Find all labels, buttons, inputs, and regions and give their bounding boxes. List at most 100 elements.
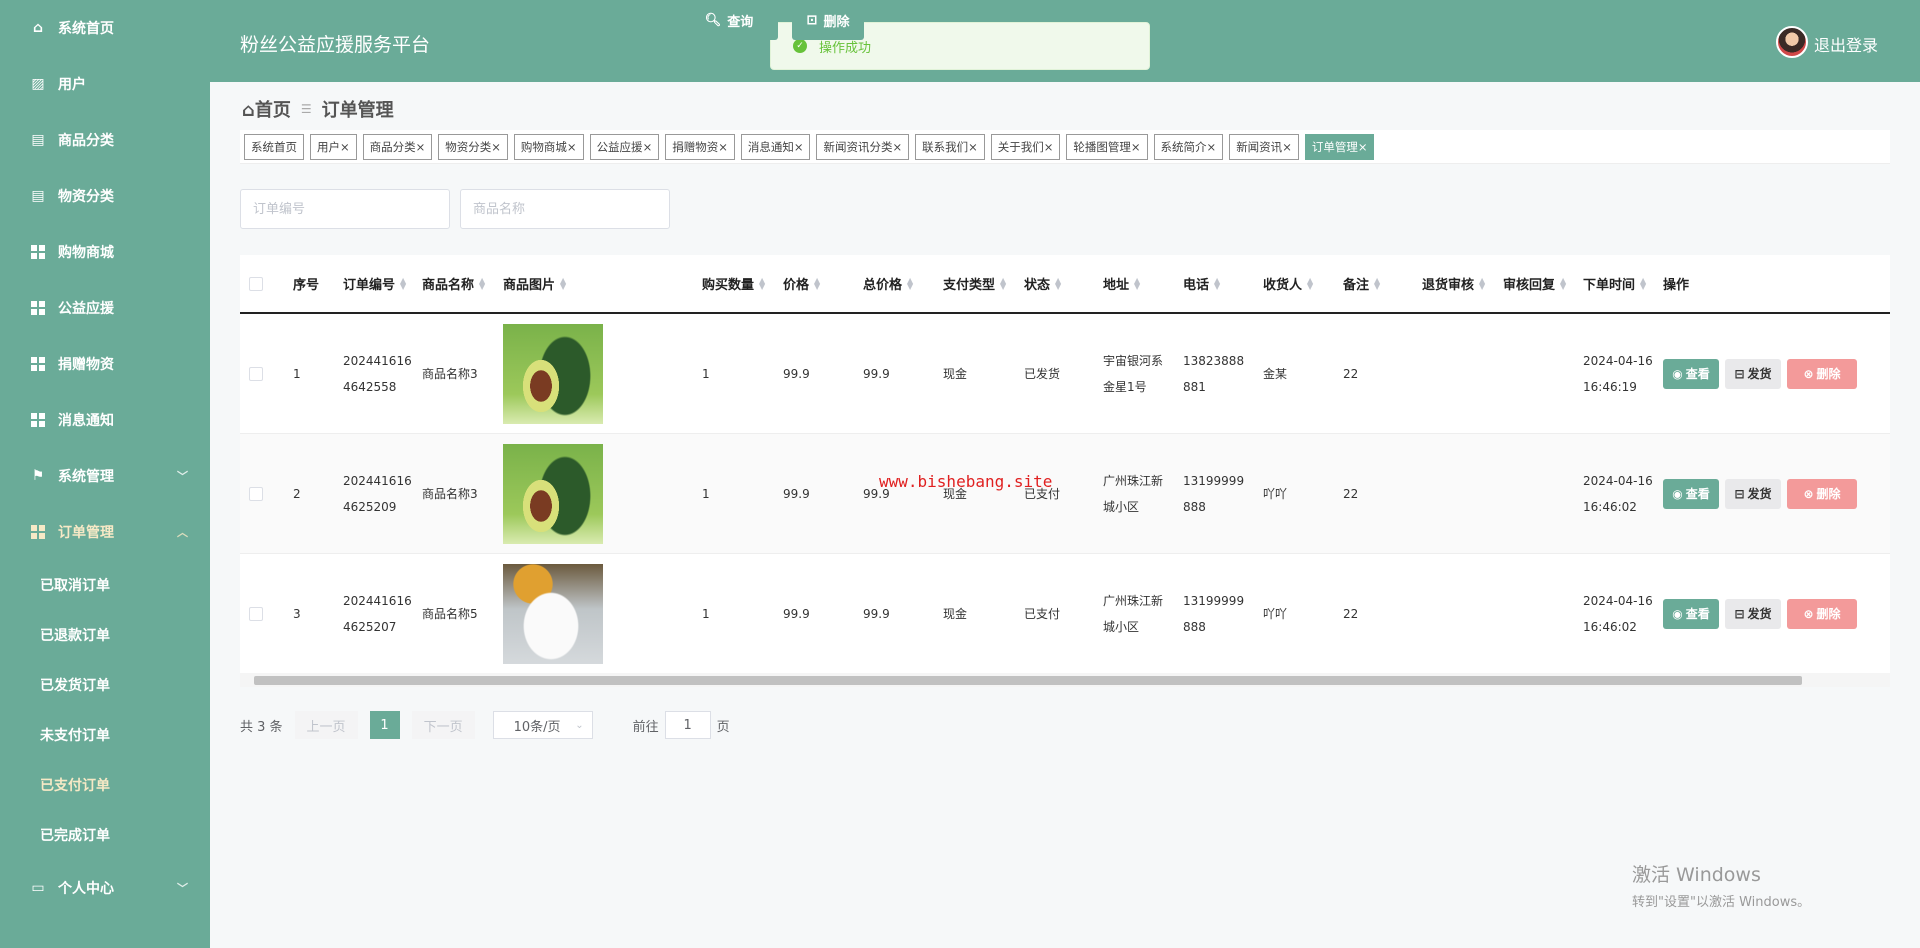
sidebar-item-0[interactable]: ⌂ 系统首页 [0,0,210,56]
column-header[interactable]: 商品图片 ▲ ▼ [503,255,566,312]
sidebar-subitem-4[interactable]: 已支付订单 [0,760,210,810]
tab-6[interactable]: 捐赠物资 × [665,133,735,160]
close-icon[interactable]: × [1358,140,1368,154]
close-icon[interactable]: × [968,140,978,154]
sort-icon[interactable]: ▲ ▼ [1307,276,1313,290]
column-header[interactable]: 审核回复 ▲ ▼ [1503,255,1566,312]
sort-icon[interactable]: ▲ ▼ [907,276,913,290]
close-icon[interactable]: × [1044,140,1054,154]
horizontal-scrollbar[interactable] [240,673,1890,687]
sort-icon[interactable]: ▲ ▼ [814,276,820,290]
delete-button[interactable]: ⊗ 删除 [1787,479,1857,509]
ship-button[interactable]: ⊟ 发货 [1725,599,1781,629]
sidebar-item-1[interactable]: ▨ 用户 [0,56,210,112]
column-header[interactable]: 价格 ▲ ▼ [783,255,820,312]
column-header[interactable]: 订单编号 ▲ ▼ [343,255,406,312]
tab-11[interactable]: 轮播图管理 × [1066,133,1148,160]
tab-5[interactable]: 公益应援 × [589,133,660,160]
sort-icon[interactable]: ▲ ▼ [1000,276,1006,290]
select-all-checkbox[interactable] [249,276,263,291]
close-icon[interactable]: × [340,140,350,154]
sidebar-item-8[interactable]: ⚑ 系统管理 ﹀ [0,448,210,504]
view-button[interactable]: ◉ 查看 [1663,359,1719,389]
tab-13[interactable]: 新闻资讯 × [1229,133,1299,160]
sidebar-item-personal[interactable]: ▭ 个人中心 ﹀ [0,860,210,916]
sort-icon[interactable]: ▲ ▼ [1055,276,1061,290]
sort-icon[interactable]: ▲ ▼ [1134,276,1140,290]
row-checkbox[interactable] [249,607,263,621]
column-header[interactable]: 收货人 ▲ ▼ [1263,255,1313,312]
row-checkbox[interactable] [249,367,263,381]
close-icon[interactable]: × [1282,140,1292,154]
sidebar-subitem-3[interactable]: 未支付订单 [0,710,210,760]
sort-icon[interactable]: ▲ ▼ [479,276,485,290]
column-header[interactable]: 电话 ▲ ▼ [1183,255,1220,312]
column-header[interactable]: 购买数量 ▲ ▼ [702,255,765,312]
order-no-input[interactable] [240,189,450,229]
delete-button[interactable]: ⊗ 删除 [1787,359,1857,389]
close-icon[interactable]: × [892,140,902,154]
sidebar-subitem-1[interactable]: 已退款订单 [0,610,210,660]
sidebar-subitem-5[interactable]: 已完成订单 [0,810,210,860]
close-icon[interactable]: × [1131,140,1141,154]
next-page-button[interactable]: 下一页 [411,711,475,739]
close-icon[interactable]: × [416,140,426,154]
tab-2[interactable]: 商品分类 × [362,133,433,160]
close-icon[interactable]: × [643,140,653,154]
sidebar-item-3[interactable]: ▤ 物资分类 [0,168,210,224]
column-header[interactable]: 状态 ▲ ▼ [1024,255,1061,312]
sort-icon[interactable]: ▲ ▼ [560,276,566,290]
sort-icon[interactable]: ▲ ▼ [1560,276,1566,290]
sort-icon[interactable]: ▲ ▼ [1214,276,1220,290]
product-name-input[interactable] [460,189,670,229]
query-button[interactable]: 🔍︎ 查询 [680,0,778,40]
sidebar-item-9[interactable]: 订单管理 ︿ [0,504,210,560]
sort-icon[interactable]: ▲ ▼ [1479,276,1485,290]
close-icon[interactable]: × [718,140,728,154]
sidebar-item-4[interactable]: 购物商城 [0,224,210,280]
close-icon[interactable]: × [1207,140,1217,154]
sidebar-item-2[interactable]: ▤ 商品分类 [0,112,210,168]
sidebar-item-5[interactable]: 公益应援 [0,280,210,336]
close-icon[interactable]: × [491,140,501,154]
tab-14[interactable]: 订单管理 × [1304,133,1375,160]
tab-9[interactable]: 联系我们 × [915,133,985,160]
ship-button[interactable]: ⊟ 发货 [1725,479,1781,509]
close-icon[interactable]: × [794,140,804,154]
tab-3[interactable]: 物资分类 × [438,133,508,160]
column-header[interactable]: 退货审核 ▲ ▼ [1422,255,1485,312]
sidebar-subitem-2[interactable]: 已发货订单 [0,660,210,710]
column-header[interactable]: 支付类型 ▲ ▼ [943,255,1006,312]
sort-icon[interactable]: ▲ ▼ [759,276,765,290]
column-header[interactable]: 备注 ▲ ▼ [1343,255,1380,312]
tab-12[interactable]: 系统简介 × [1153,133,1224,160]
column-header[interactable]: 下单时间 ▲ ▼ [1583,255,1646,312]
sort-icon[interactable]: ▲ ▼ [1640,276,1646,290]
sidebar-subitem-0[interactable]: 已取消订单 [0,560,210,610]
tab-8[interactable]: 新闻资讯分类 × [816,133,910,160]
scrollbar-thumb[interactable] [254,676,1802,685]
ship-button[interactable]: ⊟ 发货 [1725,359,1781,389]
page-size-select[interactable]: 10条/页 ⌄ [492,711,593,739]
tab-4[interactable]: 购物商城 × [513,133,584,160]
column-header[interactable]: 商品名称 ▲ ▼ [422,255,485,312]
tab-7[interactable]: 消息通知 × [740,133,811,160]
sidebar-item-7[interactable]: 消息通知 [0,392,210,448]
tab-10[interactable]: 关于我们 × [990,133,1061,160]
view-button[interactable]: ◉ 查看 [1663,599,1719,629]
row-checkbox[interactable] [249,487,263,501]
sort-icon[interactable]: ▲ ▼ [400,276,406,290]
avatar[interactable] [1776,26,1808,58]
tab-1[interactable]: 用户 × [310,133,357,160]
sidebar-item-6[interactable]: 捐赠物资 [0,336,210,392]
column-header[interactable]: 地址 ▲ ▼ [1103,255,1140,312]
prev-page-button[interactable]: 上一页 [294,711,358,739]
close-icon[interactable]: × [567,140,577,154]
sort-icon[interactable]: ▲ ▼ [1374,276,1380,290]
delete-button[interactable]: ⊗ 删除 [1787,599,1857,629]
breadcrumb-home[interactable]: ⌂首页 [242,96,291,122]
column-header[interactable]: 总价格 ▲ ▼ [863,255,913,312]
tab-0[interactable]: 系统首页 [244,133,304,160]
goto-page-input[interactable]: 1 [664,711,711,739]
page-1[interactable]: 1 [369,711,400,739]
